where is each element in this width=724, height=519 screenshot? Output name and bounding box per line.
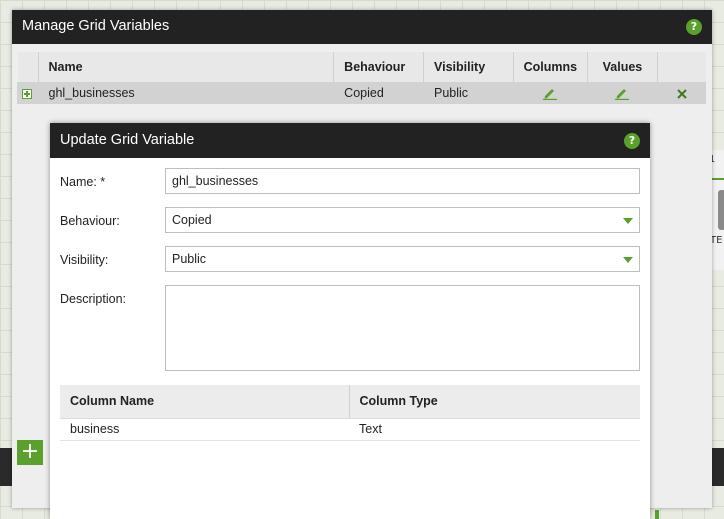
dropdown-arrow-icon xyxy=(623,257,633,263)
row-visibility: Public xyxy=(422,82,514,104)
dialog-title: Manage Grid Variables xyxy=(22,18,170,34)
visibility-select[interactable]: Public xyxy=(165,246,640,272)
table-row[interactable]: ghl_businesses Copied Public xyxy=(17,82,706,104)
behaviour-selected-value: Copied xyxy=(172,213,212,227)
row-name: ghl_businesses xyxy=(37,82,334,104)
dropdown-arrow-icon xyxy=(623,218,633,224)
table-header-row: Name Behaviour Visibility Columns Values xyxy=(17,52,706,82)
dialog-header: Manage Grid Variables ? xyxy=(12,10,712,44)
add-variable-button[interactable]: + xyxy=(17,440,43,465)
table-header-row: Column Name Column Type xyxy=(60,385,640,419)
expand-cell[interactable] xyxy=(17,82,38,104)
expand-icon[interactable] xyxy=(22,88,32,99)
description-label: Description: xyxy=(60,292,126,306)
visibility-label: Visibility: xyxy=(60,253,109,267)
column-name-cell[interactable]: business xyxy=(60,418,349,441)
behaviour-select[interactable]: Copied xyxy=(165,207,640,233)
row-values-cell xyxy=(587,82,658,104)
expand-column-header xyxy=(17,52,38,82)
row-delete-cell xyxy=(656,82,706,104)
row-behaviour: Copied xyxy=(333,82,424,104)
help-icon[interactable]: ? xyxy=(624,133,640,149)
edit-values-pencil-icon[interactable] xyxy=(614,86,630,101)
column-header-name: Name xyxy=(37,52,334,82)
column-header-values: Values xyxy=(587,52,658,82)
description-input[interactable] xyxy=(165,285,640,371)
grid-columns-table: Column Name Column Type business Text xyxy=(60,385,640,441)
help-icon[interactable]: ? xyxy=(686,19,702,35)
update-grid-variable-dialog: Update Grid Variable ? Name: * Behaviour… xyxy=(50,123,650,519)
delete-close-icon[interactable] xyxy=(676,88,688,100)
column-header-visibility: Visibility xyxy=(422,52,514,82)
column-header-behaviour: Behaviour xyxy=(333,52,424,82)
grid-variables-table: Name Behaviour Visibility Columns Values… xyxy=(17,52,706,104)
canvas-component-node[interactable] xyxy=(718,190,724,230)
canvas-connector-line xyxy=(712,178,724,180)
row-columns-cell xyxy=(512,82,588,104)
name-input[interactable] xyxy=(165,168,640,194)
column-header-column-type: Column Type xyxy=(348,385,640,419)
visibility-selected-value: Public xyxy=(172,252,207,266)
canvas-green-strip xyxy=(655,510,659,519)
table-row[interactable]: business Text xyxy=(60,418,640,441)
column-type-cell[interactable]: Text xyxy=(349,418,640,441)
column-header-actions xyxy=(656,52,706,82)
column-header-column-name: Column Name xyxy=(60,385,349,419)
column-header-columns: Columns xyxy=(512,52,588,82)
dialog-header: Update Grid Variable ? xyxy=(50,123,650,158)
dialog-title: Update Grid Variable xyxy=(60,132,195,148)
edit-columns-pencil-icon[interactable] xyxy=(542,86,558,101)
behaviour-label: Behaviour: xyxy=(60,214,120,228)
name-label: Name: * xyxy=(60,175,106,189)
